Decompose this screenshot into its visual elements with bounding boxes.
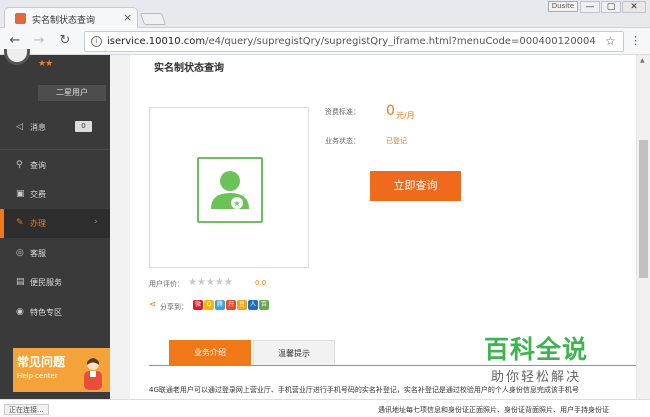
avatar[interactable] [4,49,30,65]
user-verified-icon: ★ [211,171,249,209]
sidebar-item-service[interactable]: ◎ 客服 [0,239,110,268]
share-label: 分享到： [160,303,188,311]
special-zone-icon: ◉ [16,307,24,317]
faq-title: 常见问题 [17,355,66,369]
minimize-button[interactable]: — [580,1,600,13]
browser-toolbar: ← → ↻ i iservice.10010.com/e4/query/supr… [0,28,650,55]
chevron-right-icon: › [94,217,98,227]
scroll-up-icon[interactable]: ▲ [640,57,645,64]
tqq-icon[interactable]: 腾 [215,300,225,310]
browser-status-bar: 正在连接... 遇讯地址每七项信息和身份证正面照片、身份证背面照片、用户手持身份… [0,399,650,417]
rating-stars[interactable]: ★★★★★ [188,277,233,288]
sidebar-item-convenience[interactable]: ▤ 便民服务 [0,268,110,297]
tab-warm-tips[interactable]: 温馨提示 [253,340,335,365]
loading-status: 正在连接... [4,404,49,415]
renren-icon[interactable]: 人 [248,300,258,310]
sidebar-item-label: 办理 [30,219,46,228]
search-icon: ⚲ [16,160,23,170]
forward-button[interactable]: → [30,32,48,50]
sidebar-item-label: 便民服务 [30,278,62,287]
id-card-image: ★ [197,157,263,223]
favicon-icon [15,13,26,24]
back-button[interactable]: ← [6,32,24,50]
close-tab-icon[interactable]: × [123,11,132,24]
reload-button[interactable]: ↻ [56,32,74,50]
speaker-icon: ◁ [16,122,23,132]
rating-label: 用户评价： [149,280,184,288]
support-person-icon [84,358,102,390]
status-value: 已登记 [386,137,407,145]
sidebar-item-query[interactable]: ⚲ 查询 [0,151,110,180]
page-title: 实名制状态查询 [154,63,224,74]
url-text[interactable]: iservice.10010.com/e4/query/supregistQry… [107,36,596,47]
qzone-icon[interactable]: Q [204,300,214,310]
active-indicator [0,209,4,238]
faq-banner[interactable]: 常见问题 Help center [13,348,110,392]
divider [0,149,110,150]
faq-subtitle: Help center [17,372,58,380]
query-now-button[interactable]: 立即查询 [370,171,461,201]
status-text: 遇讯地址每七项信息和身份证正面照片、身份证背面照片、用户手持身份证 [378,406,609,414]
sidebar-item-label: 消息 [30,123,46,132]
close-window-button[interactable]: ✕ [622,1,646,13]
sidebar-item-label: 查询 [30,161,46,170]
sidebar-item-label: 特色专区 [30,308,62,317]
status-label: 业务状态： [325,137,360,145]
product-image-box: ★ [149,107,309,268]
browser-tab[interactable]: 实名制状态查询 × [4,7,138,29]
headset-icon: ◎ [16,248,24,258]
svg-text:★: ★ [233,199,240,208]
watermark-title: 百科全说 [484,335,589,364]
scrollbar[interactable]: ▲ [636,55,650,399]
fee-value: 0 [386,103,395,119]
maximize-button[interactable]: ▢ [601,1,621,13]
address-bar[interactable]: i iservice.10010.com/e4/query/supregistQ… [84,31,624,52]
tab-title: 实名制状态查询 [32,16,96,26]
store-icon: ▤ [16,277,25,287]
scrollbar-thumb[interactable] [639,140,648,278]
menu-icon[interactable]: ⋮ [630,34,641,47]
weibo-icon[interactable]: 微 [193,300,203,310]
douban-icon[interactable]: 豆 [237,300,247,310]
pen-icon: ✎ [16,218,24,228]
sidebar-item-label: 客服 [30,249,46,258]
bill-icon: ▣ [16,189,25,199]
fee-unit: 元/月 [396,111,415,120]
sidebar-item-label: 交费 [30,190,46,199]
sidebar-item-special[interactable]: ◉ 特色专区 [0,298,110,327]
business-description: 4G联通老用户可以通过登录网上营业厅、手机营业厅进行手机号码的实名补登记，实名补… [149,386,579,394]
info-icon[interactable]: i [91,36,102,47]
sidebar-item-handle[interactable]: ✎ 办理 › [0,209,110,238]
sidebar-item-payment[interactable]: ▣ 交费 [0,180,110,209]
user-level-badge: 二星用户 [38,85,106,101]
browser-title-bar: 实名制状态查询 × Dusite — ▢ ✕ [0,0,650,29]
baidu-icon[interactable]: 百 [259,300,269,310]
fee-label: 资费标准： [325,108,360,116]
rating-value: 0.0 [255,279,267,287]
extension-badge[interactable]: Dusite [548,1,578,12]
sidebar-item-messages[interactable]: ◁ 消息 0 [0,113,110,142]
tab-business-intro[interactable]: 业务介绍 [169,340,251,365]
bookmark-star-icon[interactable]: ☆ [605,34,616,48]
new-tab-button[interactable] [139,13,167,25]
share-icon: ⋖ [149,300,157,310]
user-stars: ★★ [38,59,53,69]
kaixin-icon[interactable]: 开 [226,300,236,310]
watermark-subtitle: 助你轻松解决 [491,366,582,385]
message-count-badge: 0 [75,121,92,132]
